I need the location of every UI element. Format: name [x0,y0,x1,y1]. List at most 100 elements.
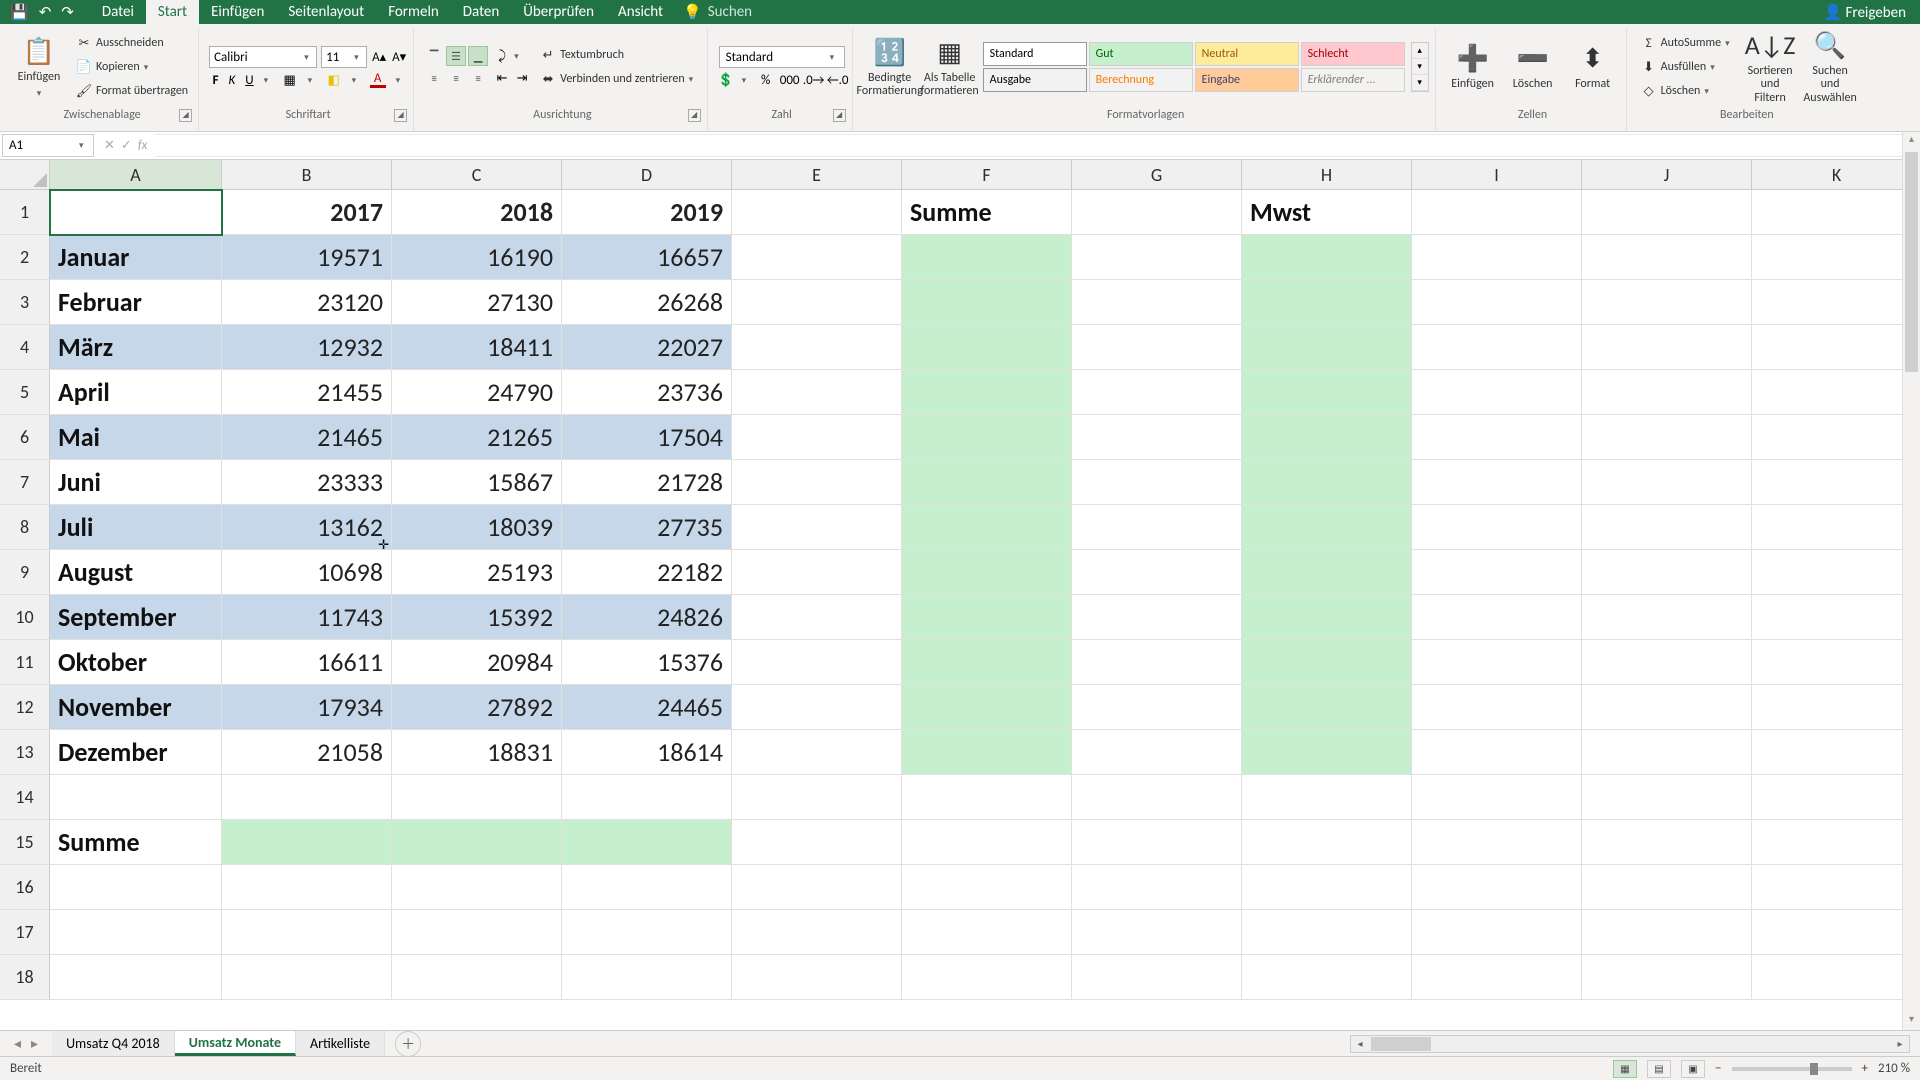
style-gut[interactable]: Gut [1089,42,1193,66]
cell-H15[interactable] [1242,820,1412,865]
cell-H12[interactable] [1242,685,1412,730]
cell-F9[interactable] [902,550,1072,595]
cell-F2[interactable] [902,235,1072,280]
cell-B16[interactable] [222,865,392,910]
cell-E3[interactable] [732,280,902,325]
copy-button[interactable]: 📄Kopieren▾ [72,57,192,77]
cell-J3[interactable] [1582,280,1752,325]
cell-G4[interactable] [1072,325,1242,370]
horizontal-scrollbar[interactable]: ◂▸ [461,1035,1910,1053]
cell-B6[interactable]: 21465 [222,415,392,460]
formula-bar[interactable] [155,134,1916,157]
cell-H3[interactable] [1242,280,1412,325]
find-select-button[interactable]: 🔍Suchen und Auswählen [1803,29,1857,105]
row-header-4[interactable]: 4 [0,325,50,370]
font-dialog-launcher[interactable]: ◢ [394,109,407,122]
cell-C14[interactable] [392,775,562,820]
cell-D15[interactable] [562,820,732,865]
cell-G11[interactable] [1072,640,1242,685]
cell-A15[interactable]: Summe [50,820,222,865]
cell-J10[interactable] [1582,595,1752,640]
cell-G14[interactable] [1072,775,1242,820]
cell-F12[interactable] [902,685,1072,730]
cell-G3[interactable] [1072,280,1242,325]
cell-J14[interactable] [1582,775,1752,820]
col-header-H[interactable]: H [1242,160,1412,190]
col-header-C[interactable]: C [392,160,562,190]
row-header-18[interactable]: 18 [0,955,50,1000]
select-all-corner[interactable] [0,160,50,190]
currency-icon[interactable]: 💲 [718,72,734,88]
cell-J18[interactable] [1582,955,1752,1000]
col-header-A[interactable]: A [50,160,222,190]
cell-E6[interactable] [732,415,902,460]
cell-G17[interactable] [1072,910,1242,955]
orientation-icon[interactable]: ⤸ [494,48,510,64]
cell-D3[interactable]: 26268 [562,280,732,325]
zoom-in-button[interactable]: + [1862,1061,1868,1076]
cell-H9[interactable] [1242,550,1412,595]
cell-F18[interactable] [902,955,1072,1000]
cell-I13[interactable] [1412,730,1582,775]
style-eingabe[interactable]: Eingabe [1195,68,1299,92]
tab-datei[interactable]: Datei [90,0,146,24]
cell-K10[interactable] [1752,595,1920,640]
format-painter-button[interactable]: 🖌Format übertragen [72,81,192,101]
cell-E1[interactable] [732,190,902,235]
row-header-11[interactable]: 11 [0,640,50,685]
cell-D5[interactable]: 23736 [562,370,732,415]
cell-I18[interactable] [1412,955,1582,1000]
col-header-D[interactable]: D [562,160,732,190]
sheet-tab-artikelliste[interactable]: Artikelliste [296,1031,385,1056]
cell-K12[interactable] [1752,685,1920,730]
cell-A7[interactable]: Juni [50,460,222,505]
cell-F4[interactable] [902,325,1072,370]
cell-F14[interactable] [902,775,1072,820]
cell-F3[interactable] [902,280,1072,325]
cell-A17[interactable] [50,910,222,955]
cell-E8[interactable] [732,505,902,550]
cell-A18[interactable] [50,955,222,1000]
font-color-icon[interactable]: A [370,72,386,88]
cell-I4[interactable] [1412,325,1582,370]
cell-I12[interactable] [1412,685,1582,730]
tab-überprüfen[interactable]: Überprüfen [511,0,606,24]
cell-D16[interactable] [562,865,732,910]
italic-button[interactable]: K [229,73,236,88]
cell-A4[interactable]: März [50,325,222,370]
cell-G16[interactable] [1072,865,1242,910]
fill-button[interactable]: ⬇Ausfüllen▾ [1637,57,1737,77]
cell-J13[interactable] [1582,730,1752,775]
cell-J16[interactable] [1582,865,1752,910]
save-icon[interactable]: 💾 [10,3,29,21]
cell-F10[interactable] [902,595,1072,640]
cell-J6[interactable] [1582,415,1752,460]
zoom-level[interactable]: 210 % [1878,1061,1910,1076]
cell-E9[interactable] [732,550,902,595]
cell-E15[interactable] [732,820,902,865]
font-name-selector[interactable]: Calibri▾ [209,46,317,68]
autosum-button[interactable]: ΣAutoSumme▾ [1637,33,1737,53]
clipboard-dialog-launcher[interactable]: ◢ [179,109,192,122]
cut-button[interactable]: ✂Ausschneiden [72,33,192,53]
row-header-9[interactable]: 9 [0,550,50,595]
cell-C1[interactable]: 2018 [392,190,562,235]
cell-J11[interactable] [1582,640,1752,685]
cell-B18[interactable] [222,955,392,1000]
style-ausgabe[interactable]: Ausgabe [983,68,1087,92]
cell-A5[interactable]: April [50,370,222,415]
tab-seitenlayout[interactable]: Seitenlayout [276,0,376,24]
increase-font-icon[interactable]: A▴ [371,49,387,65]
share-button[interactable]: 👤 Freigeben [1823,3,1906,22]
cell-B3[interactable]: 23120 [222,280,392,325]
cell-F13[interactable] [902,730,1072,775]
cell-A16[interactable] [50,865,222,910]
sort-filter-button[interactable]: A↓ZSortieren und Filtern [1743,29,1797,105]
cell-H10[interactable] [1242,595,1412,640]
row-header-12[interactable]: 12 [0,685,50,730]
cell-I8[interactable] [1412,505,1582,550]
cell-F7[interactable] [902,460,1072,505]
cell-H18[interactable] [1242,955,1412,1000]
name-box[interactable]: A1▾ [2,134,94,157]
cell-J12[interactable] [1582,685,1752,730]
